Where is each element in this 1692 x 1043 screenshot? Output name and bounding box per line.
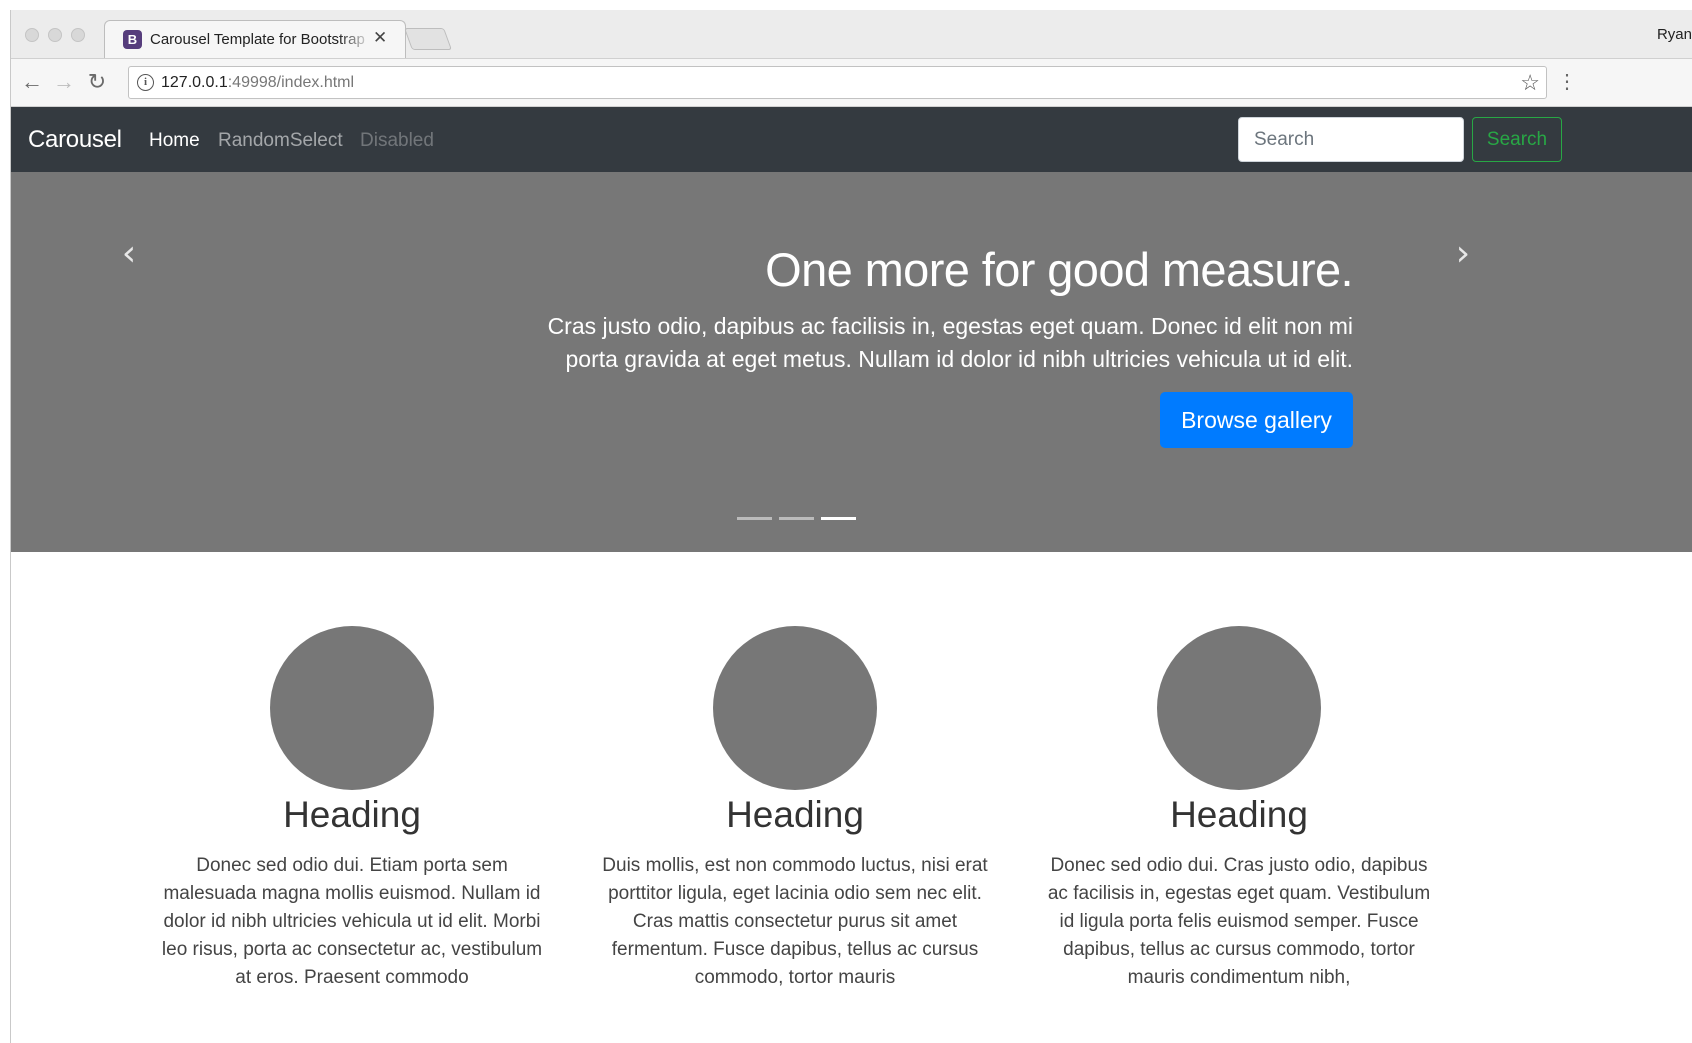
tab-strip: B Carousel Template for Bootstrap ✕ Ryan: [11, 10, 1692, 59]
carousel: ‹ › One more for good measure. Cras just…: [11, 172, 1692, 552]
reload-icon[interactable]: ↻: [84, 69, 110, 95]
placeholder-image-circle: [270, 626, 434, 790]
placeholder-image-circle: [1157, 626, 1321, 790]
browser-window: B Carousel Template for Bootstrap ✕ Ryan…: [10, 10, 1692, 1043]
carousel-indicator-1[interactable]: [737, 517, 772, 520]
tab-title: Carousel Template for Bootstrap: [150, 31, 365, 48]
marketing-column-1: Heading Donec sed odio dui. Etiam porta …: [152, 626, 552, 992]
back-arrow-icon[interactable]: ←: [19, 69, 45, 95]
url-text[interactable]: 127.0.0.1:49998/index.html: [161, 73, 354, 93]
site-info-icon[interactable]: i: [137, 74, 154, 91]
carousel-next-chevron-icon[interactable]: ›: [1443, 236, 1483, 276]
carousel-indicators: [737, 517, 867, 521]
page-viewport: Carousel Home RandomSelect Disabled Sear…: [11, 107, 1692, 1043]
profile-name[interactable]: Ryan: [1657, 26, 1692, 43]
column-heading: Heading: [726, 794, 864, 835]
marketing-section: Heading Donec sed odio dui. Etiam porta …: [11, 552, 1692, 1043]
carousel-indicator-2[interactable]: [779, 517, 814, 520]
top-navbar: Carousel Home RandomSelect Disabled Sear…: [11, 107, 1692, 172]
carousel-indicator-3[interactable]: [821, 517, 856, 520]
browse-gallery-button[interactable]: Browse gallery: [1160, 392, 1353, 448]
search-button[interactable]: Search: [1472, 117, 1562, 162]
marketing-column-2: Heading Duis mollis, est non commodo luc…: [595, 626, 995, 992]
carousel-caption: One more for good measure. Cras justo od…: [253, 242, 1354, 376]
navbar-brand[interactable]: Carousel: [28, 126, 122, 154]
browser-toolbar: ← → ↻ i 127.0.0.1:49998/index.html ☆ ⋮: [11, 58, 1692, 107]
column-text: Donec sed odio dui. Etiam porta sem male…: [161, 855, 543, 988]
carousel-text: Cras justo odio, dapibus ac facilisis in…: [547, 313, 1353, 372]
column-text: Donec sed odio dui. Cras justo odio, dap…: [1047, 855, 1431, 988]
new-tab-button[interactable]: [403, 28, 453, 50]
tab-close-icon[interactable]: ✕: [373, 28, 387, 48]
nav-link-disabled: Disabled: [360, 130, 434, 151]
close-window-light[interactable]: [25, 28, 39, 42]
nav-link-home[interactable]: Home: [149, 129, 200, 152]
url-host: 127.0.0.1: [161, 74, 228, 91]
carousel-prev-chevron-icon[interactable]: ‹: [109, 236, 149, 276]
url-path: :49998/index.html: [227, 74, 355, 91]
column-heading: Heading: [283, 794, 421, 835]
column-text: Duis mollis, est non commodo luctus, nis…: [602, 855, 988, 988]
bookmark-star-icon[interactable]: ☆: [1520, 70, 1540, 96]
minimize-window-light[interactable]: [48, 28, 62, 42]
zoom-window-light[interactable]: [71, 28, 85, 42]
carousel-heading: One more for good measure.: [765, 243, 1353, 296]
marketing-column-3: Heading Donec sed odio dui. Cras justo o…: [1039, 626, 1439, 992]
search-input[interactable]: [1238, 117, 1464, 162]
address-bar[interactable]: i 127.0.0.1:49998/index.html ☆: [128, 66, 1547, 99]
forward-arrow-icon[interactable]: →: [51, 69, 77, 95]
placeholder-image-circle: [713, 626, 877, 790]
nav-link-randomselect[interactable]: RandomSelect: [218, 129, 343, 152]
bootstrap-favicon-icon: B: [123, 30, 142, 49]
browser-menu-icon[interactable]: ⋮: [1557, 69, 1577, 95]
column-heading: Heading: [1170, 794, 1308, 835]
